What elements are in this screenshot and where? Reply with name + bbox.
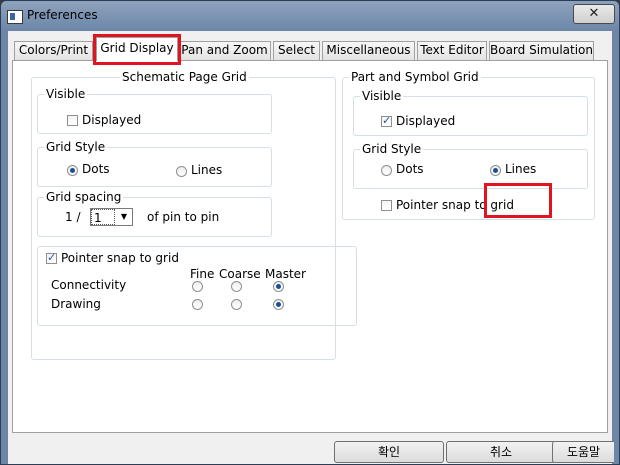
schematic-lines-label: Lines [191, 163, 223, 177]
part-pointer-snap-checkbox[interactable] [381, 200, 392, 211]
cancel-button[interactable]: 취소 [446, 441, 556, 463]
schematic-grid-spacing-title: Grid spacing [44, 190, 124, 204]
schematic-pointer-snap-group: Pointer snap to grid Fine Coarse Master … [37, 246, 357, 326]
schematic-lines-radio[interactable] [176, 166, 187, 177]
part-grid-style-group: Grid Style Dots Lines [353, 142, 588, 189]
schematic-grid-style-title: Grid Style [44, 140, 108, 154]
close-icon: ✕ [588, 6, 600, 21]
column-coarse: Coarse [219, 267, 261, 281]
drawing-coarse-radio[interactable] [231, 299, 242, 310]
schematic-displayed-label: Displayed [82, 113, 142, 127]
row-drawing-label: Drawing [51, 297, 101, 311]
title-bar[interactable]: Preferences ✕ [1, 1, 619, 31]
grid-spacing-value: 1 [91, 209, 115, 225]
column-master: Master [265, 267, 306, 281]
tab-miscellaneous[interactable]: Miscellaneous [322, 41, 415, 60]
part-symbol-grid-group: Part and Symbol Grid Visible Displayed G… [342, 70, 595, 220]
help-button[interactable]: 도움말 [552, 441, 614, 463]
part-lines-radio[interactable] [490, 165, 501, 176]
chevron-down-icon: ▼ [120, 212, 128, 221]
schematic-visible-title: Visible [44, 87, 88, 101]
tab-grid-display[interactable]: Grid Display [96, 37, 178, 61]
dialog-client: Colors/Print Grid Display Pan and Zoom S… [8, 31, 614, 464]
schematic-displayed-checkbox[interactable] [67, 115, 78, 126]
tab-select[interactable]: Select [273, 41, 320, 60]
schematic-dots-label: Dots [82, 162, 110, 176]
grid-display-panel: Schematic Page Grid Visible Displayed Gr… [12, 60, 608, 433]
part-dots-radio[interactable] [381, 165, 392, 176]
column-fine: Fine [190, 267, 215, 281]
tab-pan-and-zoom[interactable]: Pan and Zoom [178, 41, 271, 60]
part-grid-style-title: Grid Style [360, 142, 424, 156]
part-dots-label: Dots [396, 162, 424, 176]
tab-strip: Colors/Print Grid Display Pan and Zoom S… [8, 31, 612, 65]
row-connectivity-label: Connectivity [51, 278, 127, 292]
grid-spacing-suffix: of pin to pin [147, 210, 220, 224]
tab-text-editor[interactable]: Text Editor [417, 41, 487, 60]
schematic-group-title: Schematic Page Grid [120, 70, 249, 84]
part-symbol-group-title: Part and Symbol Grid [349, 70, 481, 84]
connectivity-fine-radio[interactable] [192, 281, 203, 292]
grid-spacing-select[interactable]: 1 ▼ [90, 208, 133, 226]
part-visible-group: Visible Displayed [353, 89, 588, 136]
app-icon [7, 10, 23, 24]
part-pointer-snap-label: Pointer snap to grid [396, 198, 514, 212]
connectivity-master-radio[interactable] [273, 281, 284, 292]
close-button[interactable]: ✕ [573, 4, 615, 24]
connectivity-coarse-radio[interactable] [231, 281, 242, 292]
schematic-visible-group: Visible Displayed [37, 87, 272, 134]
part-displayed-checkbox[interactable] [381, 114, 392, 127]
preferences-window: Preferences ✕ Colors/Print Grid Display … [0, 0, 620, 465]
drawing-fine-radio[interactable] [192, 299, 203, 310]
part-lines-label: Lines [505, 162, 537, 176]
schematic-grid-spacing-group: Grid spacing 1 / 1 ▼ of pin to pin [37, 190, 272, 237]
tab-board-simulation[interactable]: Board Simulation [489, 41, 594, 60]
part-visible-title: Visible [360, 89, 404, 103]
grid-spacing-prefix: 1 / [65, 210, 81, 224]
drawing-master-radio[interactable] [273, 299, 284, 310]
schematic-grid-style-group: Grid Style Dots Lines [37, 140, 272, 187]
schematic-pointer-snap-checkbox[interactable] [46, 251, 57, 264]
schematic-pointer-snap-label: Pointer snap to grid [61, 251, 179, 265]
schematic-dots-radio[interactable] [67, 165, 78, 176]
part-displayed-label: Displayed [396, 114, 456, 128]
schematic-page-grid-group: Schematic Page Grid Visible Displayed Gr… [31, 70, 357, 360]
ok-button[interactable]: 확인 [334, 441, 444, 463]
tab-colors-print[interactable]: Colors/Print [14, 41, 93, 60]
window-title: Preferences [27, 8, 98, 22]
